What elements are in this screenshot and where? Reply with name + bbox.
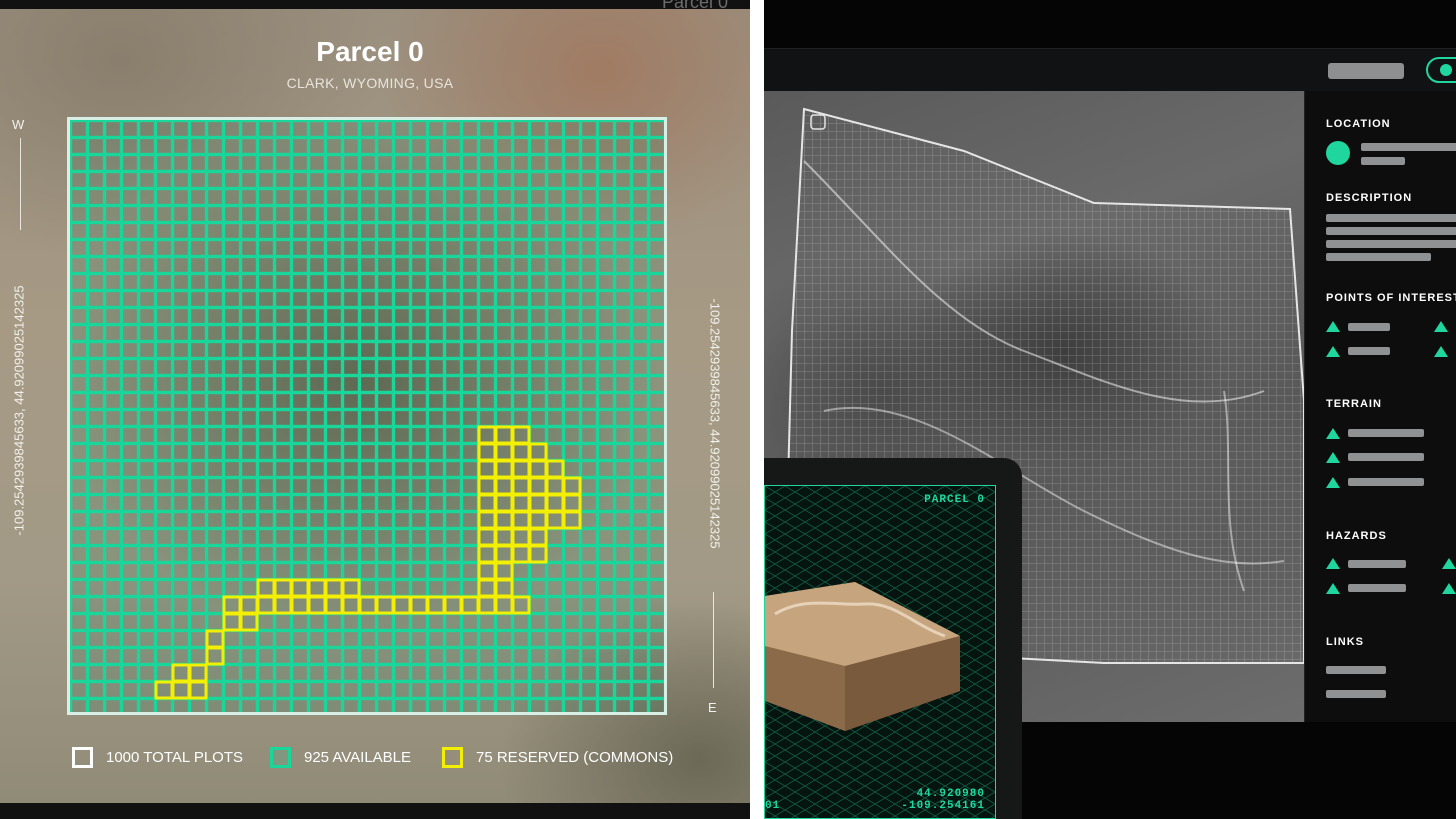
terrain-item-1[interactable] — [1348, 429, 1424, 437]
legend-total-label: 1000 TOTAL PLOTS — [106, 749, 244, 766]
east-coordinates: -109.2542939845633, 44.92099025142325 — [707, 298, 723, 549]
location-heading: LOCATION — [1326, 118, 1391, 130]
hazard-triangle-icon — [1326, 583, 1340, 594]
poi-triangle-icon — [1434, 346, 1448, 357]
poi-item-2[interactable] — [1348, 347, 1390, 355]
description-line-1 — [1326, 214, 1456, 222]
west-coordinates: -109.2542939845633, 44.92099025142325 — [11, 285, 27, 536]
plot-grid — [67, 117, 667, 715]
toolbar-button[interactable] — [1328, 63, 1404, 79]
east-axis-line-bottom — [713, 592, 714, 688]
terrain-triangle-icon — [1326, 477, 1340, 488]
description-heading: DESCRIPTION — [1326, 192, 1413, 204]
hazard-item-2[interactable] — [1348, 584, 1406, 592]
hazard-triangle-icon — [1442, 583, 1456, 594]
description-line-4 — [1326, 253, 1431, 261]
compass-west: W — [12, 117, 25, 132]
links-heading: LINKS — [1326, 636, 1364, 648]
terrain-heading: TERRAIN — [1326, 398, 1382, 410]
hazard-item-1[interactable] — [1348, 560, 1406, 568]
link-item-2[interactable] — [1326, 690, 1386, 698]
hazard-triangle-icon — [1442, 558, 1456, 569]
panel-divider — [750, 0, 764, 819]
location-marker-icon — [1326, 141, 1350, 165]
compass-east: E — [708, 700, 717, 715]
hazards-heading: HAZARDS — [1326, 530, 1387, 542]
legend-reserved-swatch — [442, 747, 463, 768]
info-sidebar: LOCATION DESCRIPTION POINTS OF INTEREST … — [1304, 91, 1456, 722]
legend-reserved-label: 75 RESERVED (COMMONS) — [476, 749, 674, 766]
poi-triangle-icon — [1326, 346, 1340, 357]
parcel-location: CLARK, WYOMING, USA — [286, 75, 454, 91]
description-line-2 — [1326, 227, 1456, 235]
legend-reserved: 75 RESERVED (COMMONS) — [442, 747, 673, 768]
inset-longitude: -109.254161 — [901, 800, 985, 812]
view-toggle[interactable] — [1426, 57, 1456, 83]
legend-available: 925 AVAILABLE — [270, 747, 411, 768]
app-toolbar — [764, 48, 1456, 92]
inset-left-fragment: 01 — [765, 800, 781, 812]
west-axis-line-top — [20, 138, 21, 230]
poi-heading: POINTS OF INTEREST — [1326, 292, 1456, 304]
hazard-triangle-icon — [1326, 558, 1340, 569]
terrain-triangle-icon — [1326, 428, 1340, 439]
ghost-title: Parcel 0 — [662, 0, 729, 12]
poi-triangle-icon — [1434, 321, 1448, 332]
location-line-2 — [1361, 157, 1405, 165]
terrain-item-3[interactable] — [1348, 478, 1424, 486]
legend-available-label: 925 AVAILABLE — [304, 749, 412, 766]
link-item-1[interactable] — [1326, 666, 1386, 674]
location-line-1 — [1361, 143, 1456, 151]
toggle-knob — [1440, 64, 1452, 76]
parcel-title: Parcel 0 — [316, 36, 424, 67]
bottom-strip — [0, 803, 750, 819]
inset-latitude: 44.920980 — [916, 788, 985, 800]
poi-item-1[interactable] — [1348, 323, 1390, 331]
legend-total-swatch — [72, 747, 93, 768]
legend-total: 1000 TOTAL PLOTS — [72, 747, 243, 768]
inset-parcel-label: PARCEL 0 — [924, 494, 985, 506]
legend-available-swatch — [270, 747, 291, 768]
inset-grid — [765, 486, 995, 818]
inset-terrain-screen: PARCEL 0 44.920980 -109.254161 01 — [764, 485, 996, 819]
top-strip — [0, 0, 750, 9]
parcel-map-panel: Parcel 0 Parcel 0 CLARK, WYOMING, USA W … — [0, 0, 750, 819]
terrain-triangle-icon — [1326, 452, 1340, 463]
terrain-app: LOCATION DESCRIPTION POINTS OF INTEREST … — [764, 0, 1456, 819]
description-line-3 — [1326, 240, 1456, 248]
terrain-item-2[interactable] — [1348, 453, 1424, 461]
poi-triangle-icon — [1326, 321, 1340, 332]
